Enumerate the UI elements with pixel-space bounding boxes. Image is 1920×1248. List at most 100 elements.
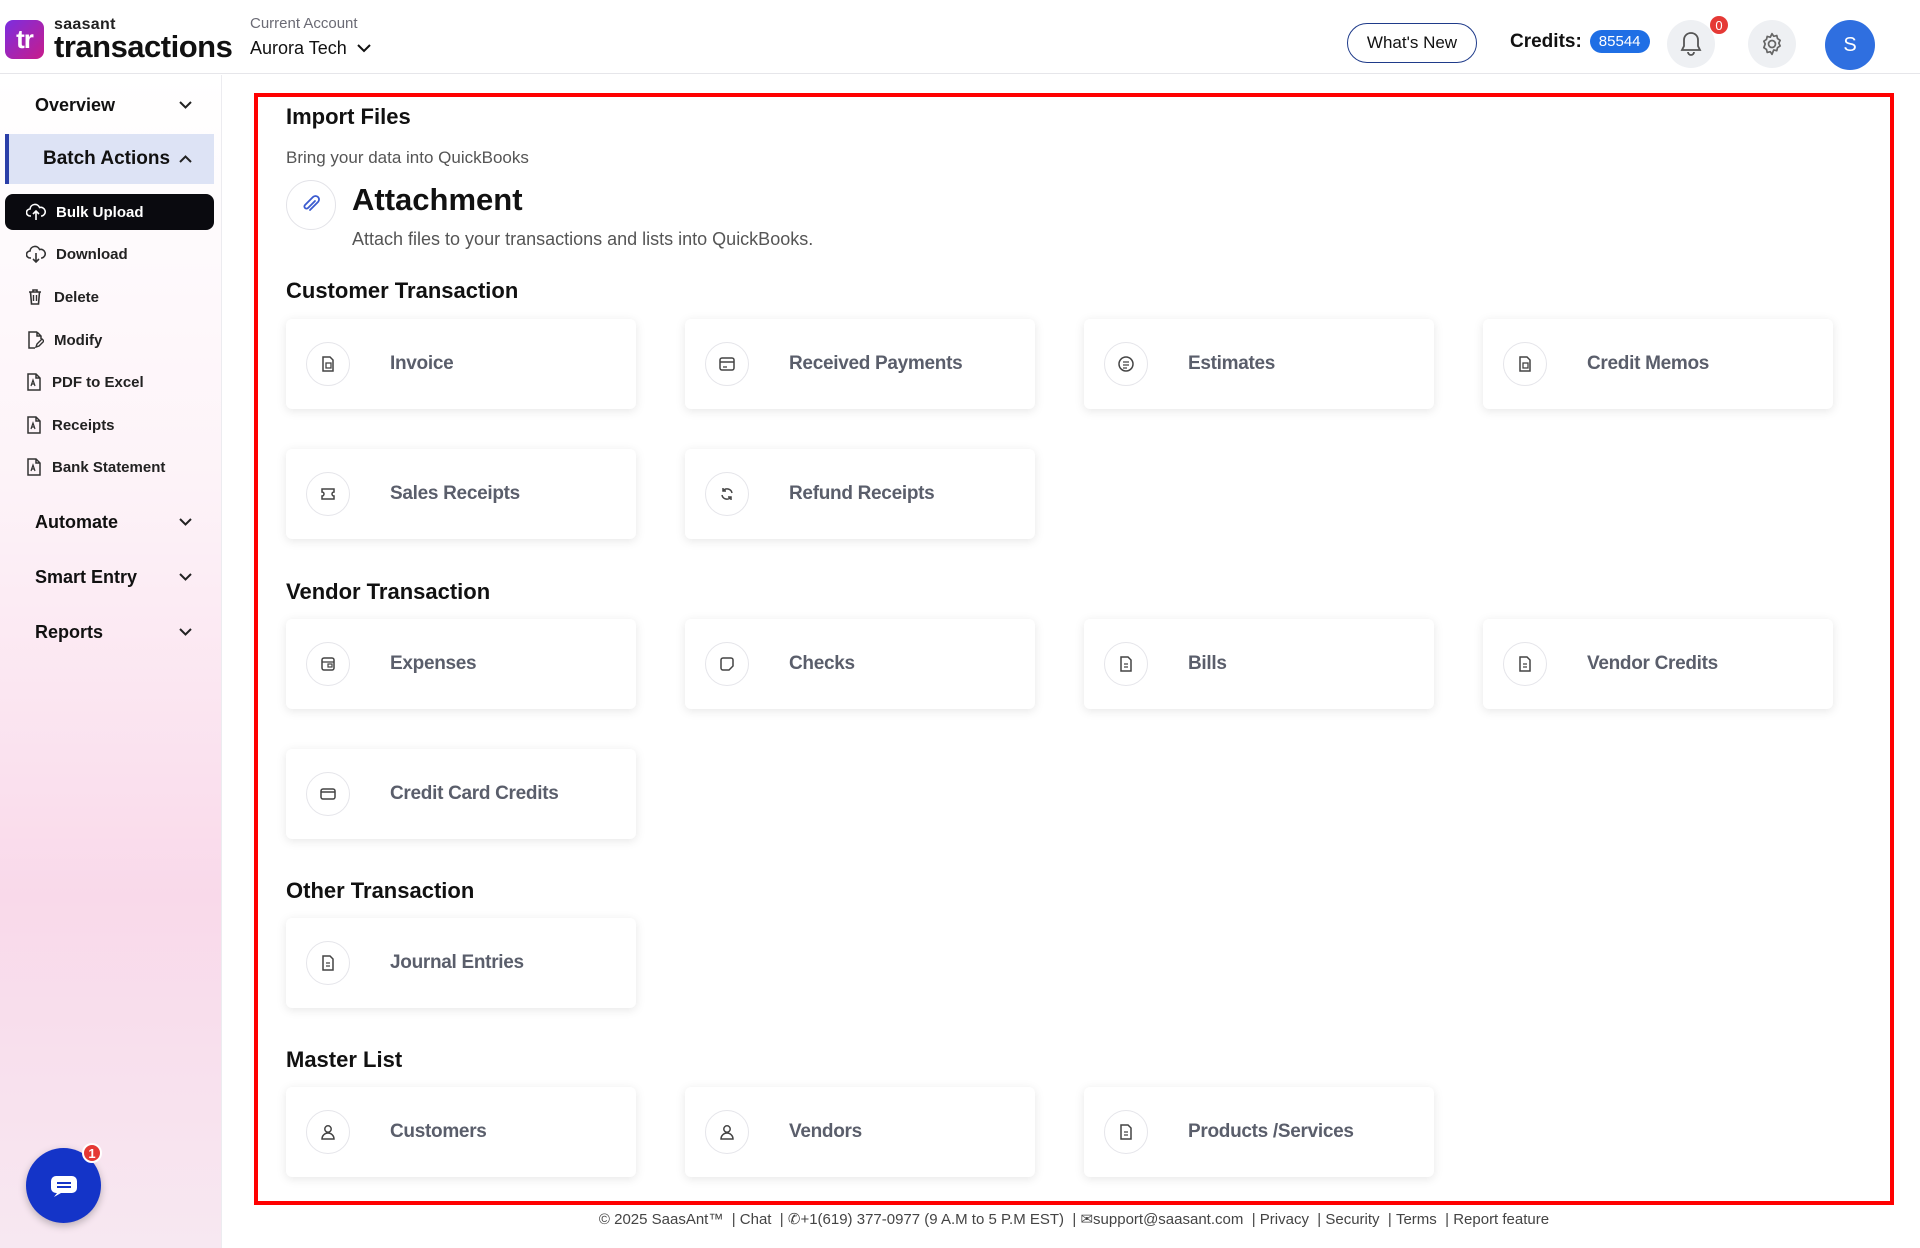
estimate-icon [1104, 342, 1148, 386]
pdf-file-icon [27, 373, 41, 391]
credits-label: Credits: [1510, 30, 1582, 52]
sidebar-item-modify[interactable]: Modify [5, 322, 214, 358]
wallet-icon [306, 642, 350, 686]
card-label: Refund Receipts [789, 483, 935, 504]
card-label: Bills [1188, 653, 1227, 674]
sidebar-item-pdf-to-excel[interactable]: PDF to Excel [5, 364, 214, 400]
chevron-down-icon [179, 101, 192, 109]
whats-new-button[interactable]: What's New [1347, 23, 1477, 63]
master-list-title: Master List [286, 1047, 403, 1072]
sidebar-item-download[interactable]: Download [5, 236, 214, 272]
footer-phone: +1(619) 377-0977 (9 A.M to 5 P.M EST) [800, 1211, 1065, 1228]
sidebar-item-delete[interactable]: Delete [5, 279, 214, 315]
sidebar: Overview Batch Actions Bulk Upload Downl… [0, 75, 222, 1248]
card-refund-receipts[interactable]: Refund Receipts [685, 449, 1035, 539]
credits-badge: 85544 [1589, 30, 1650, 53]
card-label: Checks [789, 653, 855, 674]
edit-file-icon [28, 331, 44, 349]
mail-icon: ✉ [1080, 1211, 1094, 1228]
document-icon [306, 941, 350, 985]
attachment-description: Attach files to your transactions and li… [352, 229, 814, 249]
card-credit-memos[interactable]: Credit Memos [1483, 319, 1833, 409]
card-label: Products /Services [1188, 1121, 1354, 1142]
card-label: Journal Entries [390, 952, 524, 973]
card-sales-receipts[interactable]: Sales Receipts [286, 449, 636, 539]
sidebar-group-batch-actions[interactable]: Batch Actions [5, 134, 214, 184]
sidebar-group-smart-entry[interactable]: Smart Entry [5, 552, 214, 602]
user-avatar[interactable]: S [1825, 20, 1875, 70]
sidebar-group-label: Reports [35, 621, 104, 642]
card-credit-card-credits[interactable]: Credit Card Credits [286, 749, 636, 839]
card-label: Customers [390, 1121, 487, 1142]
gear-icon [1763, 32, 1781, 56]
sidebar-group-label: Overview [35, 94, 116, 115]
import-files-title: Import Files [286, 104, 411, 129]
chat-icon [50, 1175, 77, 1197]
card-products-services[interactable]: Products /Services [1084, 1087, 1434, 1177]
card-journal-entries[interactable]: Journal Entries [286, 918, 636, 1008]
sidebar-item-label: Bank Statement [52, 458, 166, 476]
card-vendors[interactable]: Vendors [685, 1087, 1035, 1177]
sidebar-item-receipts[interactable]: Receipts [5, 407, 214, 443]
sidebar-group-overview[interactable]: Overview [5, 80, 214, 130]
footer-report-feature-link[interactable]: Report feature [1453, 1211, 1549, 1228]
footer-email-link[interactable]: support@saasant.com [1093, 1211, 1243, 1228]
document-icon [1104, 1110, 1148, 1154]
card-vendor-credits[interactable]: Vendor Credits [1483, 619, 1833, 709]
card-estimates[interactable]: Estimates [1084, 319, 1434, 409]
credits-display: Credits: 85544 [1510, 30, 1650, 53]
sidebar-group-reports[interactable]: Reports [5, 607, 214, 657]
logo-big-text: transactions [54, 29, 233, 64]
card-label: Credit Memos [1587, 353, 1710, 374]
sidebar-item-bulk-upload[interactable]: Bulk Upload [5, 194, 214, 230]
chevron-down-icon [179, 518, 192, 526]
account-switcher: Current Account Aurora Tech [250, 15, 371, 59]
settings-button[interactable] [1748, 20, 1796, 68]
card-invoice[interactable]: Invoice [286, 319, 636, 409]
cloud-upload-icon [26, 203, 46, 220]
chevron-down-icon [357, 44, 371, 53]
app-logo[interactable]: tr saasant transactions [5, 17, 233, 64]
notifications-button[interactable] [1667, 20, 1715, 68]
document-icon [306, 342, 350, 386]
ticket-icon [306, 472, 350, 516]
sidebar-item-bank-statement[interactable]: Bank Statement [5, 449, 214, 485]
user-icon [705, 1110, 749, 1154]
card-checks[interactable]: Checks [685, 619, 1035, 709]
document-icon [1503, 342, 1547, 386]
footer-chat-link[interactable]: Chat [740, 1211, 772, 1228]
sidebar-group-label: Batch Actions [43, 148, 171, 169]
sidebar-item-label: Modify [54, 331, 103, 349]
top-header: tr saasant transactions Current Account … [0, 0, 1920, 74]
attachment-title[interactable]: Attachment [352, 182, 523, 218]
card-label: Vendor Credits [1587, 653, 1718, 674]
card-received-payments[interactable]: Received Payments [685, 319, 1035, 409]
card-customers[interactable]: Customers [286, 1087, 636, 1177]
footer-terms-link[interactable]: Terms [1396, 1211, 1437, 1228]
sidebar-group-automate[interactable]: Automate [5, 497, 214, 547]
footer: © 2025 SaasAnt™ | Chat | ✆+1(619) 377-09… [598, 1211, 1550, 1228]
notifications-count-badge: 0 [1710, 16, 1728, 34]
chevron-down-icon [179, 628, 192, 636]
card-bills[interactable]: Bills [1084, 619, 1434, 709]
refresh-icon [705, 472, 749, 516]
footer-copyright: © 2025 SaasAnt™ [598, 1211, 724, 1228]
chat-unread-badge: 1 [82, 1143, 102, 1163]
sidebar-item-label: PDF to Excel [52, 373, 144, 391]
sidebar-group-label: Automate [35, 511, 119, 532]
customer-transaction-title: Customer Transaction [286, 278, 519, 303]
paperclip-icon [303, 195, 320, 211]
phone-icon: ✆ [787, 1211, 801, 1228]
footer-security-link[interactable]: Security [1325, 1211, 1379, 1228]
credit-card-icon [306, 772, 350, 816]
footer-privacy-link[interactable]: Privacy [1260, 1211, 1309, 1228]
card-label: Sales Receipts [390, 483, 520, 504]
card-label: Invoice [390, 353, 454, 374]
sidebar-item-label: Receipts [52, 416, 115, 434]
account-dropdown[interactable]: Aurora Tech [250, 38, 371, 59]
card-label: Credit Card Credits [390, 783, 559, 804]
sidebar-item-label: Bulk Upload [56, 203, 144, 221]
pdf-file-icon [27, 458, 41, 476]
attachment-icon-button[interactable] [286, 180, 336, 230]
card-expenses[interactable]: Expenses [286, 619, 636, 709]
